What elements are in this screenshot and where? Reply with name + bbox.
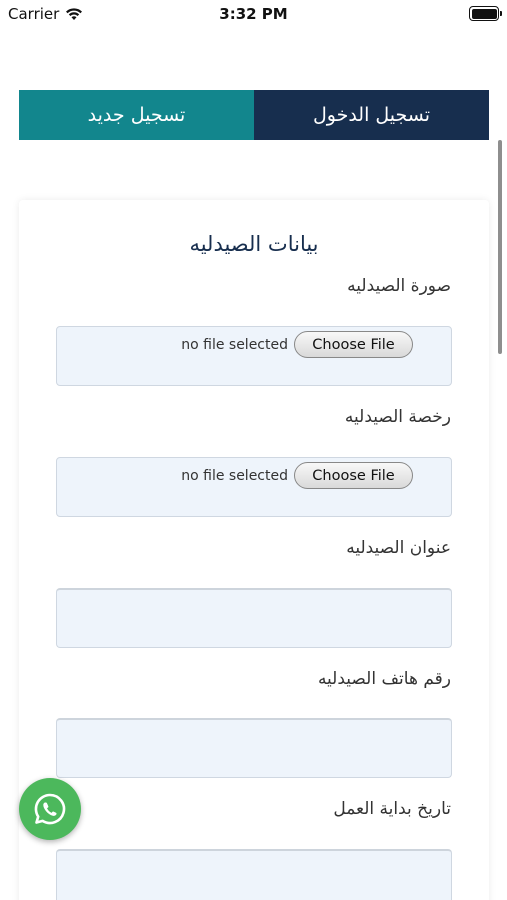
pharmacy-photo-status: no file selected <box>181 336 288 353</box>
pharmacy-address-input[interactable] <box>56 588 452 648</box>
work-start-date-input[interactable] <box>56 849 452 900</box>
pharmacy-license-field[interactable]: no file selected Choose File <box>56 457 452 517</box>
tab-login[interactable]: تسجيل الدخول <box>254 90 489 140</box>
pharmacy-phone-input[interactable] <box>56 718 452 778</box>
pharmacy-license-choose-button[interactable]: Choose File <box>294 462 413 489</box>
scrollbar[interactable] <box>498 140 502 354</box>
auth-tabs: تسجيل جديد تسجيل الدخول <box>19 90 489 140</box>
status-right <box>469 6 502 21</box>
pharmacy-photo-field[interactable]: no file selected Choose File <box>56 326 452 386</box>
pharmacy-photo-label: صورة الصيدليه <box>347 276 451 296</box>
whatsapp-button[interactable] <box>19 778 81 840</box>
battery-icon <box>469 6 502 21</box>
work-start-date-label: تاريخ بداية العمل <box>333 799 451 819</box>
whatsapp-icon <box>34 793 66 825</box>
pharmacy-license-status: no file selected <box>181 467 288 484</box>
form-title: بيانات الصيدليه <box>189 232 319 256</box>
pharmacy-license-label: رخصة الصيدليه <box>344 407 451 427</box>
pharmacy-form-card: بيانات الصيدليه صورة الصيدليه no file se… <box>19 200 489 900</box>
pharmacy-address-label: عنوان الصيدليه <box>346 538 451 558</box>
status-bar: Carrier 3:32 PM <box>0 0 507 28</box>
status-time: 3:32 PM <box>219 5 288 23</box>
pharmacy-phone-label: رقم هاتف الصيدليه <box>317 669 451 689</box>
pharmacy-photo-choose-button[interactable]: Choose File <box>294 331 413 358</box>
tab-register[interactable]: تسجيل جديد <box>19 90 254 140</box>
